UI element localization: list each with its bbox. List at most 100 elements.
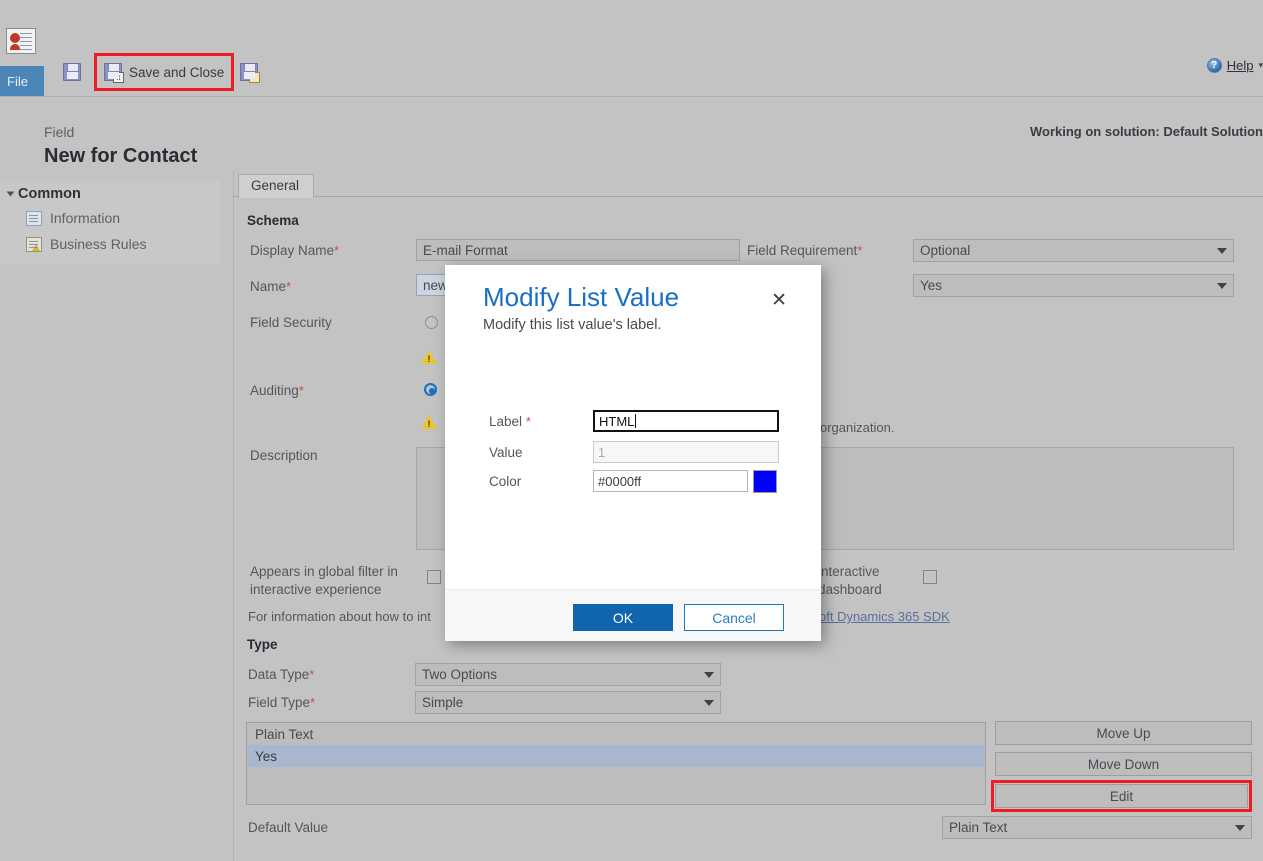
move-down-button[interactable]: Move Down [995,752,1252,776]
list-item[interactable]: Yes [247,745,985,767]
chevron-expand-icon [6,191,15,197]
file-tab-label: File [7,73,28,89]
close-icon[interactable]: ✕ [771,291,787,310]
color-swatch[interactable] [753,470,777,493]
save-and-close-icon: x [104,63,124,83]
field-security-radio[interactable] [425,316,438,329]
sdk-info-prefix: For information about how to int [248,609,431,624]
data-type-value: Two Options [422,667,498,682]
save-button[interactable] [55,55,96,89]
required-marker: * [310,695,316,710]
data-type-label-text: Data Type [248,667,310,682]
field-type-label-text: Field Type [248,695,311,710]
required-marker: * [857,243,863,258]
required-marker: * [525,414,531,429]
display-name-label-text: Display Name [250,243,335,258]
required-marker: * [298,383,304,398]
information-icon [26,210,42,226]
type-section-heading: Type [247,637,278,652]
field-requirement-value: Optional [920,243,971,258]
color-input-value: #0000ff [598,473,642,489]
display-name-input[interactable]: E-mail Format [416,239,740,261]
dialog-body: Modify List Value Modify this list value… [445,265,821,589]
default-value-value: Plain Text [949,820,1008,835]
field-type-select[interactable]: Simple [415,691,721,714]
dialog-title: Modify List Value [483,282,680,312]
field-type-label: Field Type* [248,695,315,710]
global-filter-label-line1: Appears in global filter in [250,564,398,579]
edit-label: Edit [1109,788,1134,804]
name-label-text: Name [250,279,287,294]
auditing-label: Auditing* [250,383,304,398]
color-input[interactable]: #0000ff [593,470,748,492]
data-type-select[interactable]: Two Options [415,663,721,686]
close-x-badge: x [113,72,124,83]
default-value-label: Default Value [248,820,329,835]
field-requirement-label: Field Requirement* [747,243,862,258]
save-as-button[interactable] [232,55,273,89]
edit-button[interactable]: Edit [991,780,1252,812]
ok-button[interactable]: OK [573,604,673,631]
auditing-radio[interactable] [424,383,437,396]
entity-kind-label: Field [44,124,75,140]
label-input-value: HTML [599,413,635,429]
dashboard-label-line1: interactive [818,564,880,579]
cancel-button[interactable]: Cancel [684,604,784,631]
file-tab[interactable]: File [0,66,44,96]
dashboard-label: interactive dashboard [818,563,928,599]
name-label: Name* [250,279,291,294]
text-caret [635,414,637,428]
display-name-value: E-mail Format [423,242,508,258]
list-item-label: Plain Text [255,726,314,742]
dialog-subtitle: Modify this list value's label. [483,317,662,333]
auditing-label-text: Auditing [250,383,299,398]
default-value-select[interactable]: Plain Text [942,816,1252,839]
tab-strip: General [233,172,1263,198]
sidebar-item-label: Business Rules [50,236,147,252]
required-marker: * [309,667,315,682]
sdk-info-text: For information about how to int [248,609,431,624]
searchable-select[interactable]: Yes [913,274,1234,297]
label-input[interactable]: HTML [593,410,779,432]
save-icon [63,63,81,81]
global-filter-label-line2: interactive experience [250,582,382,597]
data-type-label: Data Type* [248,667,314,682]
document-badge [249,72,261,83]
required-marker: * [334,243,340,258]
organization-note: organization. [820,420,895,435]
value-input: 1 [593,441,779,463]
sdk-link[interactable]: oft Dynamics 365 SDK [819,609,950,624]
schema-section-heading: Schema [247,213,299,228]
save-and-close-button[interactable]: x Save and Close [93,53,235,91]
searchable-value: Yes [920,278,943,293]
ribbon-divider [0,96,1263,97]
dashboard-label-line2: dashboard [818,582,882,597]
move-up-button[interactable]: Move Up [995,721,1252,745]
chevron-down-icon [704,671,714,678]
option-set-listbox[interactable]: Plain Text Yes [246,722,986,805]
global-filter-checkbox[interactable] [427,570,441,584]
tab-general[interactable]: General [238,174,315,198]
modify-list-value-dialog: Modify List Value Modify this list value… [445,265,821,641]
help-icon: ? [1206,58,1222,73]
app-window: File x Save and Close ? Help ▾ Field New… [0,0,1263,861]
display-name-label: Display Name* [250,243,339,258]
description-label: Description [250,448,318,463]
ribbon-bar: File x Save and Close ? Help ▾ [0,0,1263,96]
chevron-down-icon [1235,824,1245,831]
sidebar-group-label: Common [18,186,81,202]
sidebar-group-common[interactable]: Common [6,186,81,202]
help-menu[interactable]: ? Help ▾ [1206,58,1263,73]
list-item[interactable]: Plain Text [247,723,985,745]
sidebar-item-label: Information [50,210,121,226]
sidebar-item-information[interactable]: Information [26,210,120,226]
field-type-value: Simple [422,695,464,710]
field-requirement-select[interactable]: Optional [913,239,1234,262]
command-toolbar: x Save and Close [55,52,273,92]
solution-context-label: Working on solution: Default Solution [1029,124,1263,139]
save-as-icon [240,63,261,83]
dashboard-checkbox[interactable] [923,570,937,584]
ok-button-label: OK [612,609,634,626]
sidebar-item-business-rules[interactable]: Business Rules [26,236,147,252]
move-up-label: Move Up [1096,725,1151,741]
